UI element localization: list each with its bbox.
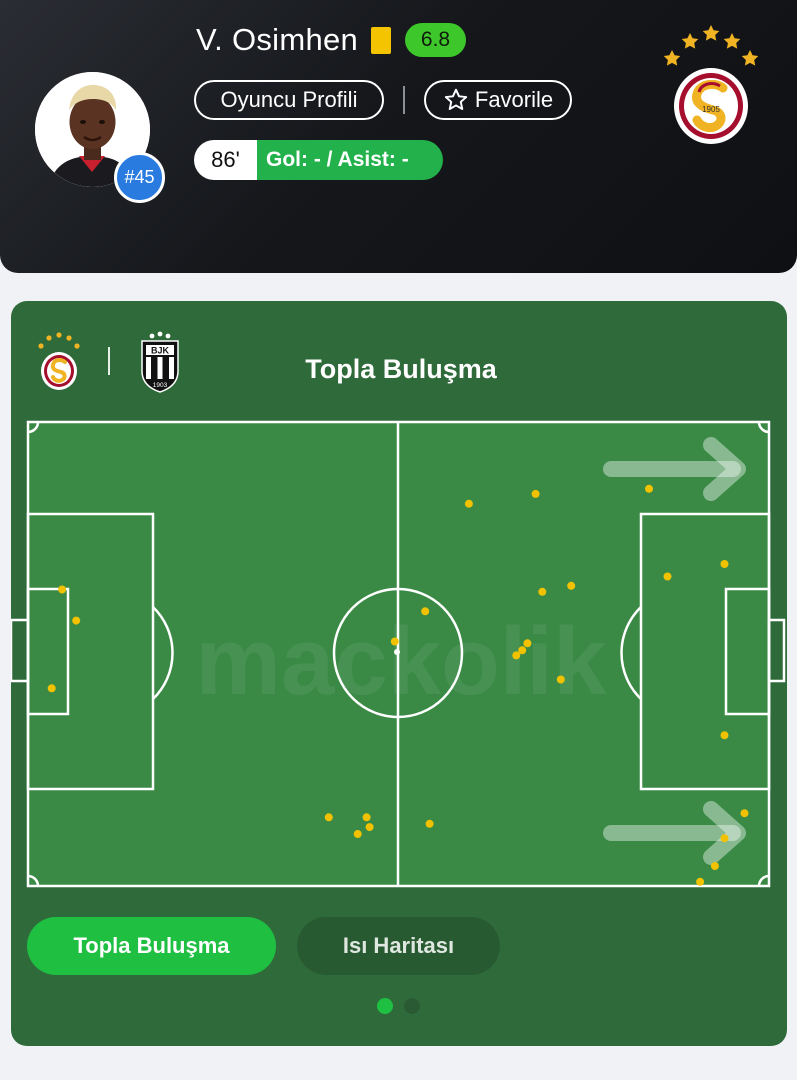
touch-point [531,489,540,498]
touch-point [58,585,67,594]
touch-point [390,637,399,646]
goals-assists: Gol: - / Asist: - [257,140,443,180]
player-profile-button[interactable]: Oyuncu Profili [194,80,384,120]
touch-point [353,830,362,838]
touch-point [365,823,374,832]
touch-point [696,877,705,886]
watermark-text: mackolik [196,608,608,715]
player-header: #45 V. Osimhen 6.8 Oyuncu Profili Favori… [0,0,797,273]
touch-point [720,834,729,843]
galatasaray-logo-icon[interactable]: 1905 [660,22,762,146]
touch-point [464,499,473,508]
touch-point [720,560,729,568]
player-name: V. Osimhen [196,22,359,57]
touch-point [556,675,565,684]
yellow-card-icon [371,27,391,54]
tab-heat-map[interactable]: Isı Haritası [297,917,500,975]
player-rating-badge: 6.8 [405,23,466,57]
button-divider [403,86,405,114]
tab-touch-map-label: Topla Buluşma [73,933,230,958]
touch-point [362,813,371,822]
match-stats-pill: 86' Gol: - / Asist: - [194,140,443,180]
touch-point [518,646,527,655]
touch-point [421,607,430,616]
touch-map-card: BJK 1903 Topla Buluşma mackolik Topla Bu… [11,301,787,1046]
touch-point [663,572,672,581]
touch-point [538,587,547,596]
pager-dot[interactable] [404,998,420,1014]
svg-text:1905: 1905 [702,105,720,114]
touch-point [710,862,719,870]
touch-point [567,581,576,590]
player-profile-label: Oyuncu Profili [220,87,358,112]
touch-point [324,813,333,822]
favorite-button[interactable]: Favorile [424,80,572,120]
football-pitch: mackolik [11,417,787,895]
minutes-played: 86' [194,140,257,180]
star-icon [444,88,468,110]
tab-heat-map-label: Isı Haritası [342,933,455,958]
touch-point [72,616,81,625]
shirt-number-badge: #45 [114,152,165,203]
touch-point [47,684,56,693]
touch-point [720,731,729,740]
touch-point [645,484,653,493]
card-title: Topla Buluşma [305,354,497,384]
pager-dot-active[interactable] [377,998,393,1014]
tab-touch-map[interactable]: Topla Buluşma [27,917,276,975]
touch-point [523,639,532,648]
favorite-label: Favorile [474,87,554,112]
touch-point [740,809,749,818]
touch-point [425,819,434,828]
